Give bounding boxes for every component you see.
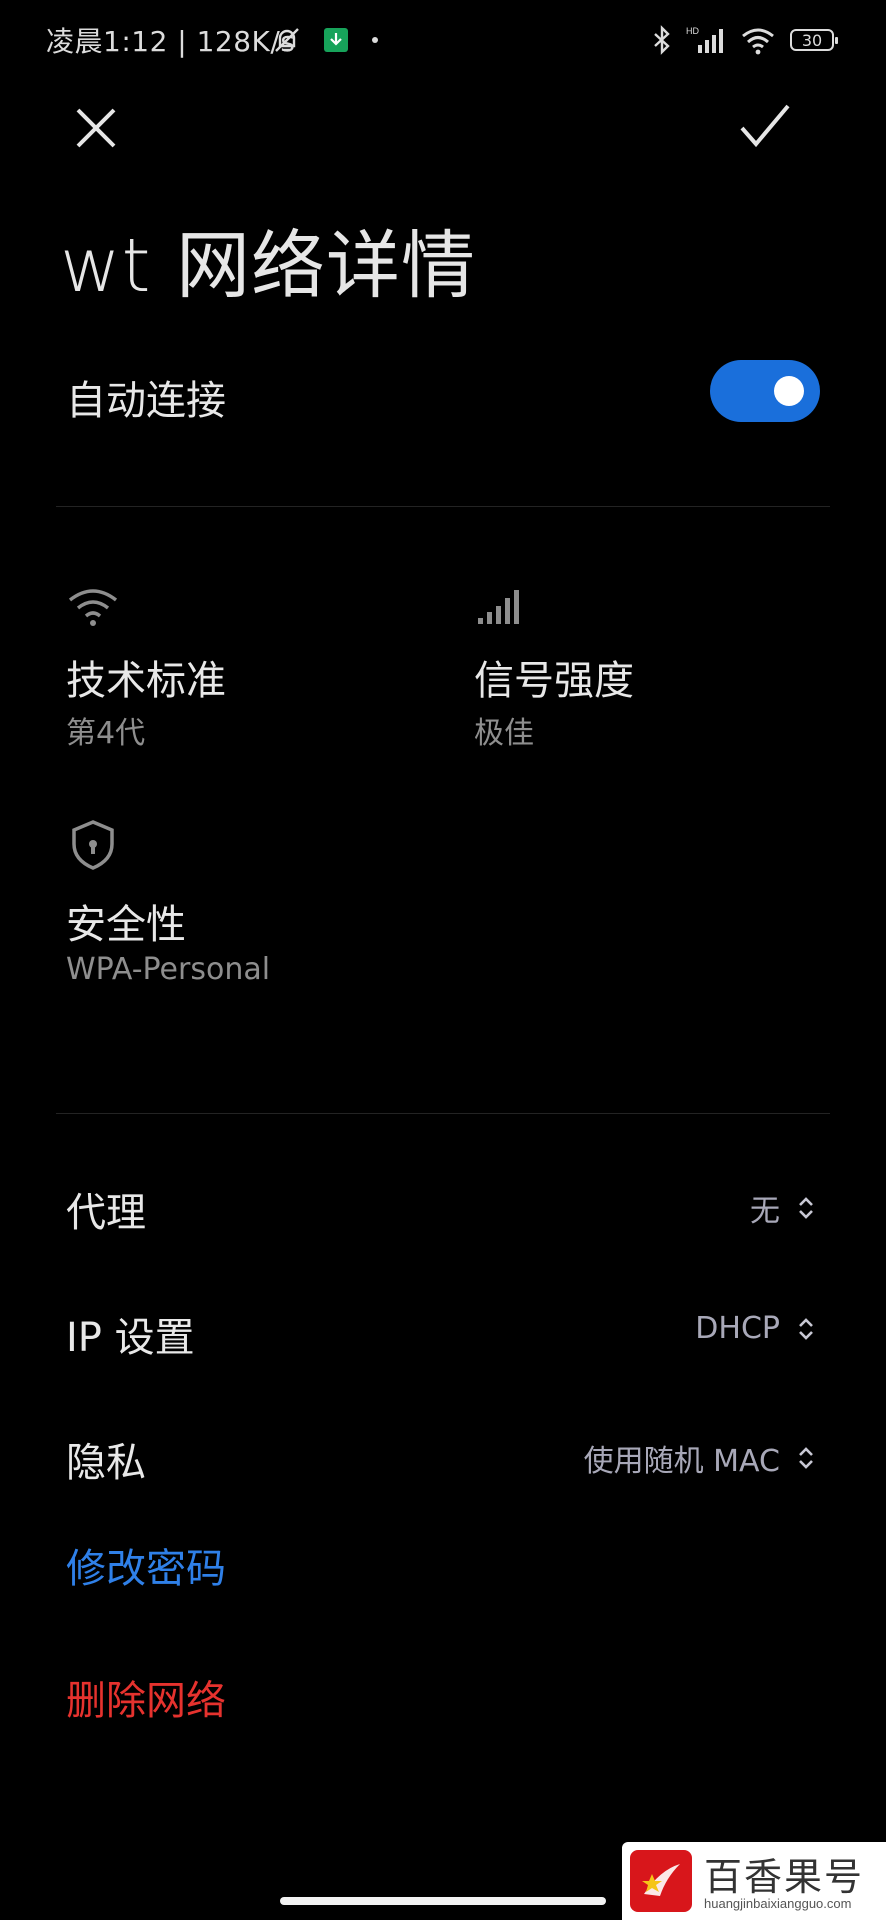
ip-settings-value: DHCP <box>695 1311 780 1346</box>
security-value: WPA-Personal <box>66 952 271 987</box>
privacy-select[interactable]: 使用随机 MAC <box>584 1436 816 1480</box>
signal-bars-icon <box>478 590 519 624</box>
up-down-chevron-icon <box>799 1447 813 1469</box>
signal-strength-value: 极佳 <box>474 716 534 751</box>
confirm-button[interactable] <box>734 98 794 158</box>
download-icon <box>324 28 348 52</box>
signal-icon-wrap <box>474 578 528 636</box>
delete-network-button[interactable]: 删除网络 <box>66 1668 226 1726</box>
svg-text:HD: HD <box>686 26 699 36</box>
status-left-icons <box>272 20 380 60</box>
privacy-value: 使用随机 MAC <box>583 1444 780 1479</box>
change-password-button[interactable]: 修改密码 <box>66 1536 226 1594</box>
mute-bell-icon <box>275 28 299 52</box>
auto-connect-toggle[interactable] <box>710 360 820 422</box>
tech-standard-icon-wrap <box>66 578 120 636</box>
close-button[interactable] <box>66 98 126 158</box>
tech-standard-title: 技术标准 <box>66 658 226 704</box>
dot-icon <box>372 37 378 43</box>
bluetooth-icon <box>654 25 670 55</box>
ip-settings-label: IP 设置 <box>66 1315 195 1361</box>
tech-standard-value: 第4代 <box>66 716 146 751</box>
shield-icon <box>72 820 114 870</box>
proxy-value: 无 <box>750 1194 780 1229</box>
home-indicator[interactable] <box>280 1897 606 1905</box>
watermark-logo-icon <box>630 1850 692 1912</box>
up-down-chevron-icon <box>799 1197 813 1219</box>
watermark-name: 百香果号 <box>704 1855 865 1899</box>
hd-signal-icon: HD <box>686 26 723 53</box>
up-down-chevron-icon <box>799 1317 813 1340</box>
divider <box>56 506 830 507</box>
battery-icon: 30 <box>790 29 838 51</box>
watermark: 百香果号 huangjinbaixiangguo.com <box>622 1842 886 1920</box>
auto-connect-label: 自动连接 <box>66 378 226 424</box>
ip-settings-select[interactable]: DHCP <box>695 1311 816 1346</box>
wifi-icon <box>68 589 118 626</box>
close-icon <box>76 108 116 148</box>
toggle-knob <box>774 376 804 406</box>
battery-level: 30 <box>801 30 823 50</box>
status-time: 凌晨1:12 | 128K/s <box>46 25 296 58</box>
signal-strength-title: 信号强度 <box>474 658 634 704</box>
page-title: wt 网络详情 <box>60 223 477 309</box>
privacy-label: 隐私 <box>66 1440 146 1486</box>
wifi-icon <box>742 28 774 55</box>
security-title: 安全性 <box>66 902 186 948</box>
proxy-select[interactable]: 无 <box>750 1186 816 1230</box>
divider <box>56 1113 830 1114</box>
security-icon-wrap <box>66 818 120 876</box>
proxy-label: 代理 <box>66 1190 146 1236</box>
watermark-url: huangjinbaixiangguo.com <box>704 1896 852 1911</box>
check-icon <box>740 104 790 148</box>
status-right-icons: HD 30 <box>652 20 838 60</box>
